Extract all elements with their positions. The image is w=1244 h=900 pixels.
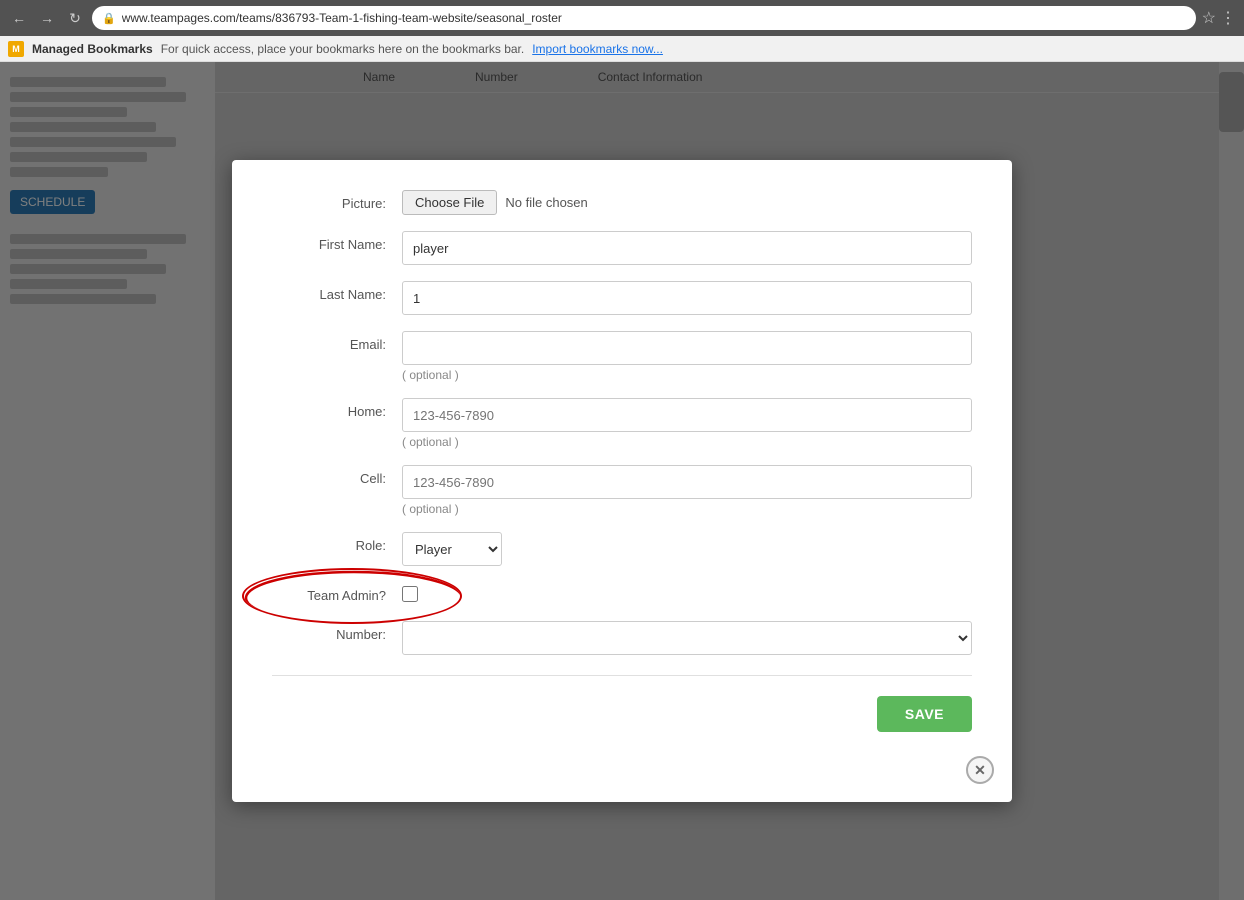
- import-bookmarks-link[interactable]: Import bookmarks now...: [532, 42, 663, 56]
- browser-toolbar: ← → ↻ 🔒 www.teampages.com/teams/836793-T…: [0, 0, 1244, 36]
- lock-icon: 🔒: [102, 12, 116, 25]
- last-name-control: [402, 281, 972, 315]
- cell-label: Cell:: [272, 465, 402, 486]
- button-row: SAVE: [272, 696, 972, 732]
- number-select[interactable]: [402, 621, 972, 655]
- bookmarks-label: Managed Bookmarks: [32, 42, 153, 56]
- home-control: ( optional ): [402, 398, 972, 449]
- email-hint: ( optional ): [402, 368, 972, 382]
- home-input[interactable]: [402, 398, 972, 432]
- first-name-control: [402, 231, 972, 265]
- role-row: Role: Player Coach Manager: [272, 532, 972, 566]
- choose-file-button[interactable]: Choose File: [402, 190, 497, 215]
- picture-row: Picture: Choose File No file chosen: [272, 190, 972, 215]
- bookmarks-hint: For quick access, place your bookmarks h…: [161, 42, 525, 56]
- email-control: ( optional ): [402, 331, 972, 382]
- url-text: www.teampages.com/teams/836793-Team-1-fi…: [122, 11, 562, 25]
- number-control: [402, 621, 972, 655]
- no-file-text: No file chosen: [505, 195, 587, 210]
- address-bar[interactable]: 🔒 www.teampages.com/teams/836793-Team-1-…: [92, 6, 1196, 30]
- cell-control: ( optional ): [402, 465, 972, 516]
- email-row: Email: ( optional ): [272, 331, 972, 382]
- bookmark-icon: M: [8, 41, 24, 57]
- browser-chrome: ← → ↻ 🔒 www.teampages.com/teams/836793-T…: [0, 0, 1244, 62]
- cell-hint: ( optional ): [402, 502, 972, 516]
- team-admin-checkbox[interactable]: [402, 586, 418, 602]
- toolbar-actions: ☆ ⋮: [1202, 8, 1236, 28]
- role-select[interactable]: Player Coach Manager: [402, 532, 502, 566]
- last-name-label: Last Name:: [272, 281, 402, 302]
- last-name-input[interactable]: [402, 281, 972, 315]
- modal-divider: [272, 675, 972, 676]
- modal-overlay: Picture: Choose File No file chosen Firs…: [0, 62, 1244, 900]
- save-button[interactable]: SAVE: [877, 696, 972, 732]
- bookmark-icon[interactable]: ☆: [1202, 8, 1216, 28]
- file-input-area: Choose File No file chosen: [402, 190, 972, 215]
- role-label: Role:: [272, 532, 402, 553]
- team-admin-control: [402, 582, 972, 605]
- modal-dialog: Picture: Choose File No file chosen Firs…: [232, 160, 1012, 802]
- home-label: Home:: [272, 398, 402, 419]
- picture-control: Choose File No file chosen: [402, 190, 972, 215]
- team-admin-row: Team Admin?: [272, 582, 972, 605]
- picture-label: Picture:: [272, 190, 402, 211]
- back-button[interactable]: ←: [8, 7, 30, 29]
- first-name-row: First Name:: [272, 231, 972, 265]
- page-background: SCHEDULE Name Number Contact Information…: [0, 62, 1244, 900]
- role-control: Player Coach Manager: [402, 532, 972, 566]
- number-row: Number:: [272, 621, 972, 655]
- first-name-input[interactable]: [402, 231, 972, 265]
- forward-button[interactable]: →: [36, 7, 58, 29]
- first-name-label: First Name:: [272, 231, 402, 252]
- last-name-row: Last Name:: [272, 281, 972, 315]
- modal-close-button[interactable]: ✕: [966, 756, 994, 784]
- bookmarks-bar: M Managed Bookmarks For quick access, pl…: [0, 36, 1244, 62]
- refresh-button[interactable]: ↻: [64, 7, 86, 29]
- home-row: Home: ( optional ): [272, 398, 972, 449]
- email-input[interactable]: [402, 331, 972, 365]
- cell-input[interactable]: [402, 465, 972, 499]
- team-admin-label: Team Admin?: [272, 582, 402, 603]
- number-label: Number:: [272, 621, 402, 642]
- email-label: Email:: [272, 331, 402, 352]
- home-hint: ( optional ): [402, 435, 972, 449]
- menu-icon[interactable]: ⋮: [1220, 8, 1236, 28]
- cell-row: Cell: ( optional ): [272, 465, 972, 516]
